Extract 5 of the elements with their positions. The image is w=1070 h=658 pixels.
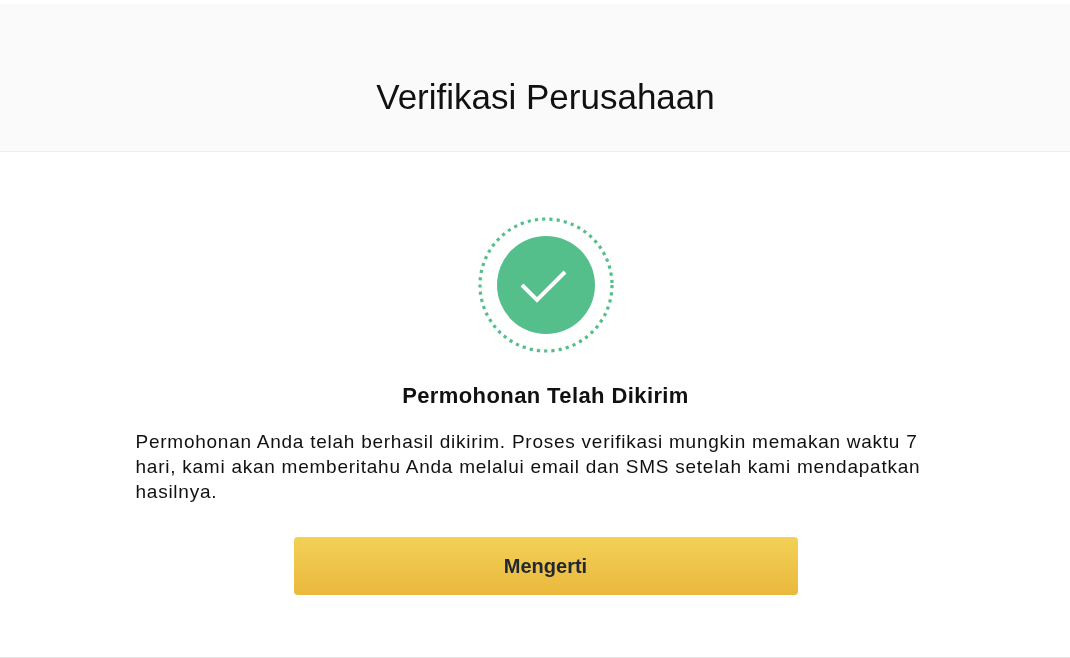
success-check-icon (476, 216, 615, 354)
result-message: Permohonan Anda telah berhasil dikirim. Proses verifikasi mungkin memakan waktu 7 hari, kami akan memberitahu Anda melalui email dan SMS setelah kami mendapatkan hasilnya. (135, 430, 922, 504)
result-heading: Permohonan Telah Dikirim (402, 382, 689, 410)
page-title: Verifikasi Perusahaan (376, 77, 715, 117)
confirm-button[interactable]: Mengerti (293, 537, 798, 595)
